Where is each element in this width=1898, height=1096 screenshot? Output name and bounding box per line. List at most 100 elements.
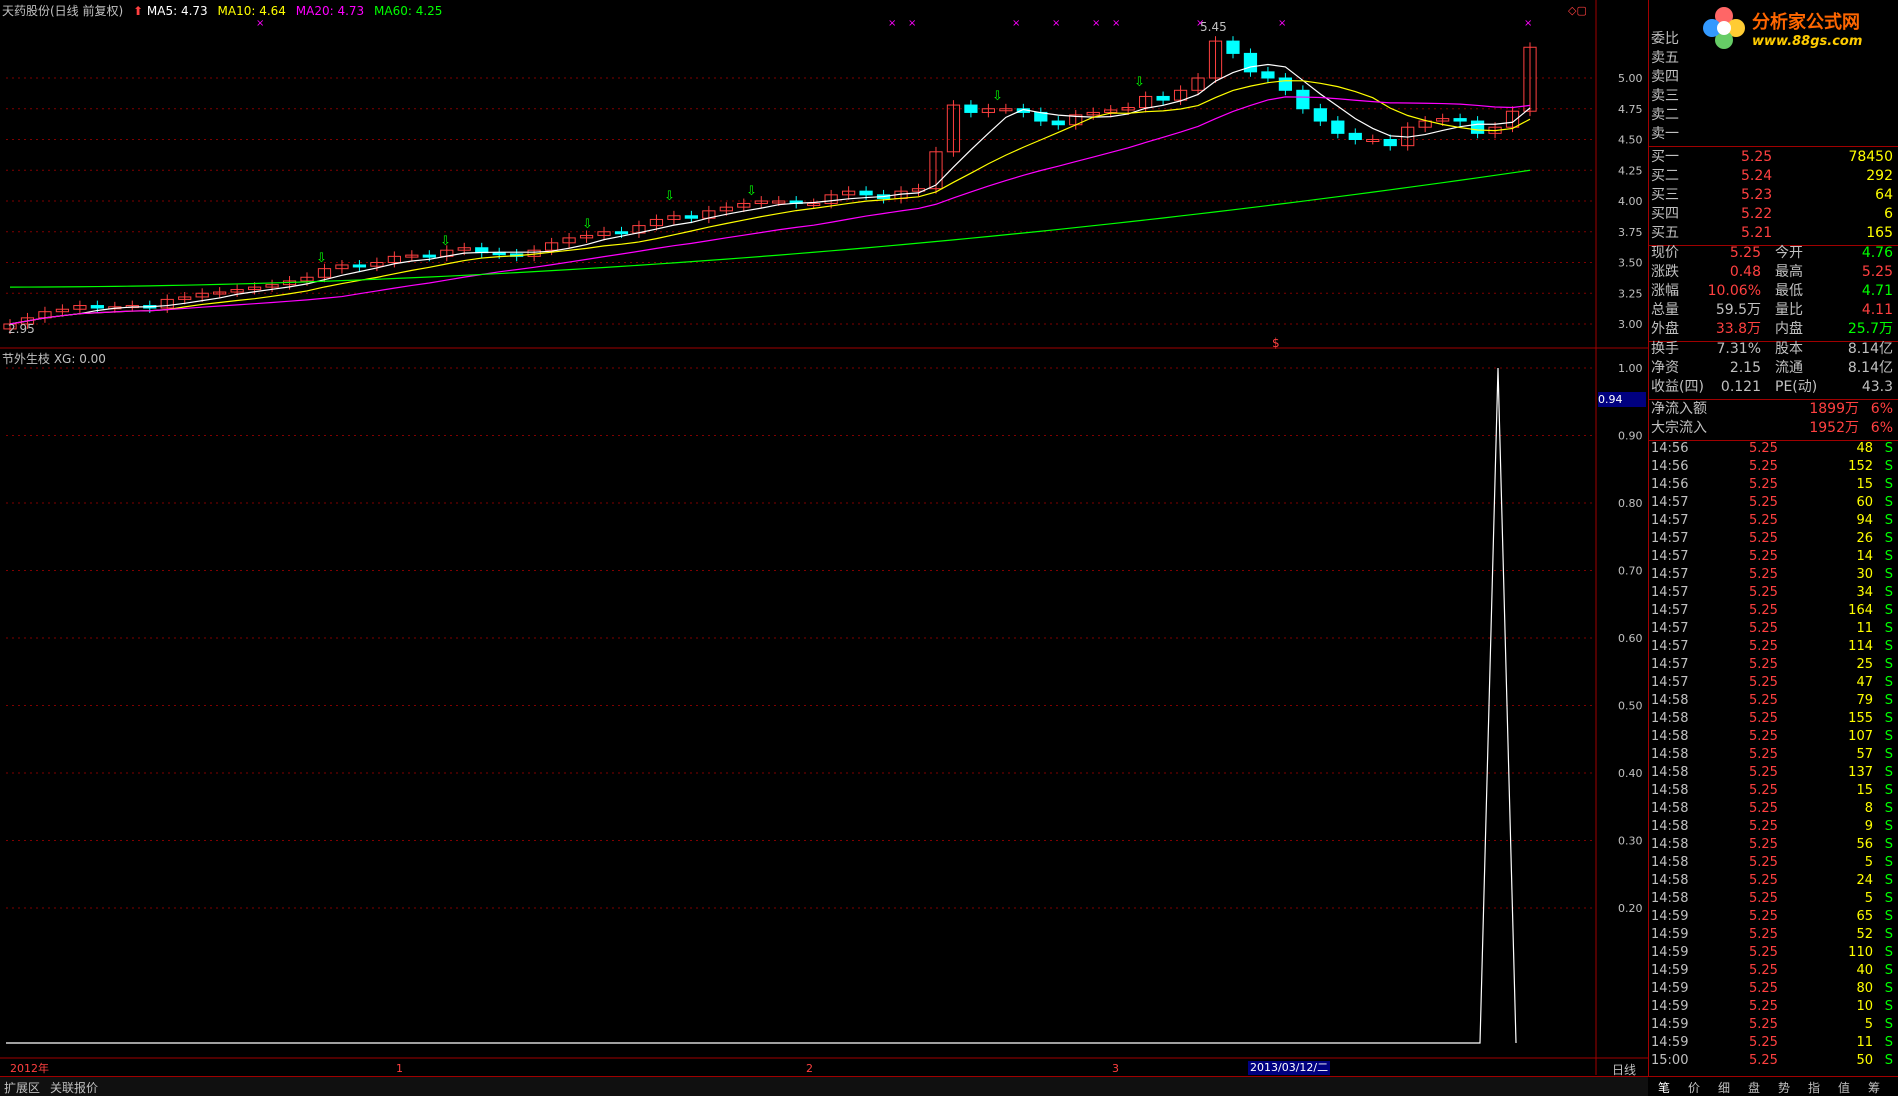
buy-level-label: 买三 (1651, 187, 1679, 203)
candle-body (1296, 89, 1310, 110)
tick-time: 14:59 (1651, 981, 1689, 996)
signal-arrow-icon: ⇩ (664, 189, 675, 204)
quote-row: 外盘 33.8万 内盘 25.7万 (1649, 320, 1898, 339)
signal-cross-icon: × (1524, 18, 1532, 29)
stock-title[interactable]: 天药股份(日线 前复权) (2, 4, 123, 18)
tick-price: 5.25 (1749, 1053, 1778, 1068)
tick-side: S (1884, 873, 1893, 888)
candle-body (1226, 40, 1240, 54)
side-tab[interactable]: 值 (1838, 1079, 1850, 1096)
tick-row: 14:58 5.25 5 S (1649, 890, 1898, 908)
order-ratio-row: 委比 (1649, 30, 1898, 49)
tick-side: S (1884, 693, 1893, 708)
ma10-label: MA10: 4.64 (217, 4, 286, 18)
tick-volume: 14 (1856, 549, 1873, 564)
side-tab[interactable]: 筹 (1868, 1079, 1880, 1096)
tick-side: S (1884, 783, 1893, 798)
tick-side: S (1884, 603, 1893, 618)
tick-side: S (1884, 495, 1893, 510)
tick-side: S (1884, 801, 1893, 816)
tick-row: 14:58 5.25 57 S (1649, 746, 1898, 764)
dollar-marker: $ (1272, 336, 1280, 350)
ma5-label: MA5: 4.73 (146, 4, 208, 18)
sell-level-row: 卖四 (1649, 68, 1898, 87)
tick-time: 14:58 (1651, 873, 1689, 888)
price-tick-label: 3.75 (1618, 226, 1643, 239)
signal-cross-icon: × (908, 18, 916, 29)
side-tab[interactable]: 势 (1778, 1079, 1790, 1096)
tick-time: 14:58 (1651, 693, 1689, 708)
tick-side: S (1884, 765, 1893, 780)
price-tick-label: 3.00 (1618, 318, 1643, 331)
tick-volume: 164 (1848, 603, 1873, 618)
quote-label: 总量 (1651, 302, 1679, 318)
tick-price: 5.25 (1749, 837, 1778, 852)
high-price-marker: 5.45 (1200, 20, 1227, 34)
quote-value: 59.5万 (1715, 302, 1761, 318)
tick-volume: 52 (1856, 927, 1873, 942)
tick-row: 14:57 5.25 11 S (1649, 620, 1898, 638)
tick-side: S (1884, 729, 1893, 744)
price-tick-label: 3.25 (1618, 287, 1643, 300)
tick-price: 5.25 (1749, 675, 1778, 690)
tick-volume: 50 (1856, 1053, 1873, 1068)
buy-level-label: 买一 (1651, 149, 1679, 165)
indicator-title[interactable]: 节外生枝 XG: 0.00 (2, 350, 106, 367)
tab-related-quote[interactable]: 关联报价 (50, 1079, 98, 1096)
tick-time: 14:58 (1651, 729, 1689, 744)
tick-time: 14:58 (1651, 747, 1689, 762)
tick-price: 5.25 (1749, 891, 1778, 906)
tick-row: 14:58 5.25 56 S (1649, 836, 1898, 854)
indicator-tick-label: 0.30 (1618, 835, 1643, 848)
side-tab[interactable]: 笔 (1658, 1079, 1670, 1096)
tick-price: 5.25 (1749, 495, 1778, 510)
side-tab[interactable]: 盘 (1748, 1079, 1760, 1096)
tick-row: 14:56 5.25 152 S (1649, 458, 1898, 476)
kline-chart-area[interactable]: 5.00 4.75 4.50 4.25 4.00 3.75 3.50 3.25 3.00 1.00… (0, 0, 1648, 1095)
buy-level-volume: 78450 (1848, 149, 1893, 165)
buy-level-row: 买一 5.25 78450 (1649, 148, 1898, 167)
tick-volume: 94 (1856, 513, 1873, 528)
tick-row: 14:57 5.25 26 S (1649, 530, 1898, 548)
window-controls-icon: ◇▢ (1568, 4, 1587, 17)
buy-level-price: 5.24 (1741, 168, 1773, 184)
signal-cross-icon: × (1052, 18, 1060, 29)
side-tab[interactable]: 指 (1808, 1079, 1820, 1096)
tick-price: 5.25 (1749, 981, 1778, 996)
quote-label: 内盘 (1775, 321, 1803, 337)
tick-time: 14:57 (1651, 531, 1689, 546)
buy-level-label: 买五 (1651, 225, 1679, 241)
fundamental-label: 换手 (1651, 341, 1679, 357)
up-arrow-icon: ⬆ (133, 4, 144, 18)
signal-arrow-icon: ⇩ (440, 234, 451, 249)
tick-price: 5.25 (1749, 783, 1778, 798)
indicator-tick-label: 0.90 (1618, 430, 1643, 443)
tick-time: 14:59 (1651, 1017, 1689, 1032)
buy-level-price: 5.25 (1741, 149, 1773, 165)
quote-row: 总量 59.5万 量比 4.11 (1649, 301, 1898, 320)
tab-extension-area[interactable]: 扩展区 (4, 1079, 40, 1096)
tick-row: 14:57 5.25 94 S (1649, 512, 1898, 530)
side-tab[interactable]: 细 (1718, 1079, 1730, 1096)
tick-time: 14:59 (1651, 999, 1689, 1014)
tick-price: 5.25 (1749, 945, 1778, 960)
tick-side: S (1884, 747, 1893, 762)
time-axis-label: 2012年 (10, 1061, 49, 1075)
buy-level-price: 5.22 (1741, 206, 1773, 222)
tick-row: 14:57 5.25 25 S (1649, 656, 1898, 674)
tick-row: 15:00 5.25 50 S (1649, 1052, 1898, 1070)
side-tab[interactable]: 价 (1688, 1079, 1700, 1096)
fundamental-label: 净资 (1651, 360, 1679, 376)
fundamental-label: 流通 (1775, 360, 1803, 376)
fundamental-row: 换手 7.31% 股本 8.14亿 (1649, 340, 1898, 359)
quote-label: 最低 (1775, 283, 1803, 299)
quote-value: 10.06% (1707, 283, 1761, 299)
tick-volume: 25 (1856, 657, 1873, 672)
quote-value: 33.8万 (1715, 321, 1761, 337)
quote-row: 涨跌 0.48 最高 5.25 (1649, 263, 1898, 282)
tick-volume: 34 (1856, 585, 1873, 600)
candle-body (1156, 95, 1170, 101)
money-flow-value: 1952万 (1809, 420, 1859, 436)
tick-side: S (1884, 909, 1893, 924)
buy-level-row: 买四 5.22 6 (1649, 205, 1898, 224)
